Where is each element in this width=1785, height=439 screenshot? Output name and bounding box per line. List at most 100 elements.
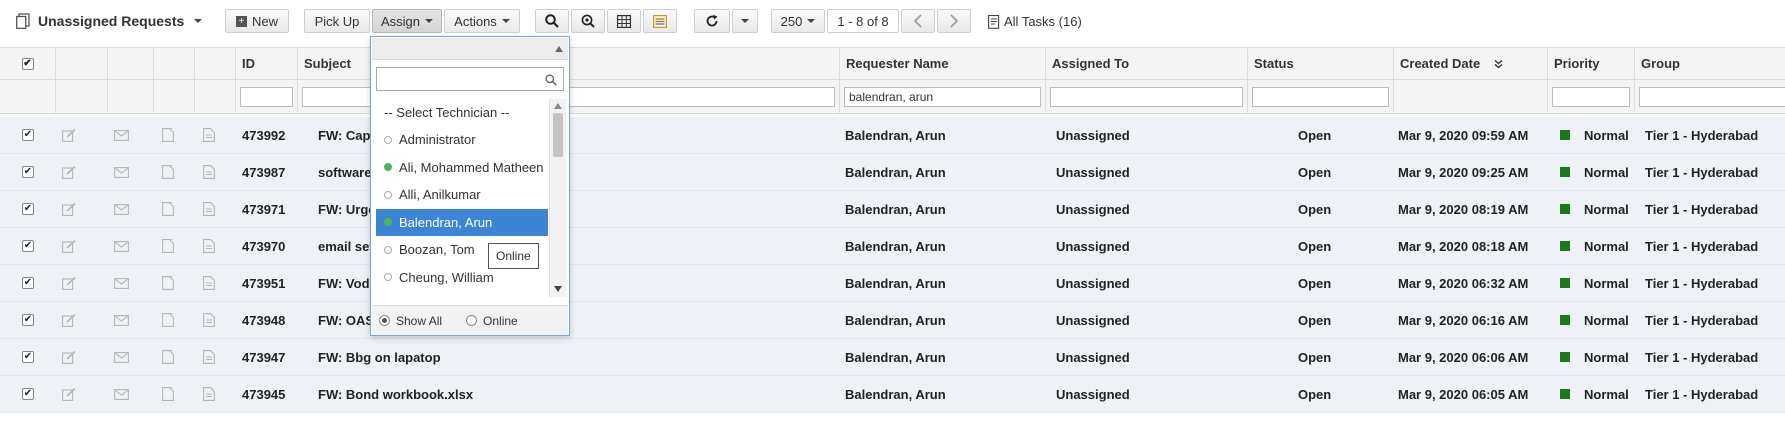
filter-requester-input[interactable]	[844, 86, 1041, 107]
table-row[interactable]: ✔ 473948 FW: OAS Balendran, Arun Unassigned O…	[0, 302, 1785, 339]
task-icon[interactable]	[203, 228, 215, 264]
mail-icon[interactable]	[114, 339, 129, 375]
request-id[interactable]: 473992	[242, 117, 285, 153]
mail-icon[interactable]	[114, 302, 129, 338]
new-button[interactable]: + New	[225, 9, 289, 33]
column-status[interactable]: Status	[1248, 48, 1394, 79]
edit-icon[interactable]	[62, 376, 76, 412]
column-assigned-to[interactable]: Assigned To	[1046, 48, 1248, 79]
technician-name: Alli, Anilkumar	[399, 187, 481, 202]
technician-option[interactable]: Alli, Anilkumar	[376, 181, 548, 208]
row-checkbox[interactable]: ✔	[22, 203, 34, 215]
table-row[interactable]: ✔ 473951 FW: Voda Balendran, Arun Unassigned…	[0, 265, 1785, 302]
edit-icon[interactable]	[62, 302, 76, 338]
scrollbar-thumb[interactable]	[553, 113, 563, 157]
row-checkbox[interactable]: ✔	[22, 277, 34, 289]
view-selector[interactable]: Unassigned Requests	[16, 10, 203, 32]
row-checkbox[interactable]: ✔	[22, 314, 34, 326]
dropdown-scrollbar[interactable]	[549, 99, 566, 297]
table-row[interactable]: ✔ 473970 email set Balendran, Arun Unassigne…	[0, 228, 1785, 265]
filter-status-input[interactable]	[1252, 86, 1389, 107]
table-row[interactable]: ✔ 473945 FW: Bond workbook.xlsx Balendran, …	[0, 376, 1785, 413]
request-id[interactable]: 473947	[242, 339, 285, 375]
list-view-button[interactable]	[643, 9, 677, 33]
mail-icon[interactable]	[114, 265, 129, 301]
note-icon[interactable]	[162, 376, 174, 412]
request-subject[interactable]: FW: Bond workbook.xlsx	[318, 376, 818, 412]
search-button[interactable]	[535, 9, 569, 33]
table-row[interactable]: ✔ 473971 FW: Urge Balendran, Arun Unassigned…	[0, 191, 1785, 228]
column-priority[interactable]: Priority	[1548, 48, 1635, 79]
request-id[interactable]: 473987	[242, 154, 285, 190]
request-id[interactable]: 473945	[242, 376, 285, 412]
request-subject[interactable]: FW: Bbg on lapatop	[318, 339, 818, 375]
column-id[interactable]: ID	[236, 48, 298, 79]
task-icon[interactable]	[203, 191, 215, 227]
select-all-checkbox[interactable]: ✔	[21, 57, 34, 70]
refresh-options-button[interactable]	[732, 9, 758, 33]
technician-option[interactable]: Balendran, Arun	[376, 208, 548, 236]
presence-dot-icon	[384, 135, 392, 144]
note-icon[interactable]	[162, 265, 174, 301]
edit-icon[interactable]	[62, 191, 76, 227]
show-all-radio[interactable]: Show All	[379, 314, 442, 328]
edit-icon[interactable]	[62, 228, 76, 264]
row-checkbox[interactable]: ✔	[22, 351, 34, 363]
task-icon[interactable]	[203, 154, 215, 190]
column-group[interactable]: Group	[1635, 48, 1785, 79]
mail-icon[interactable]	[114, 117, 129, 153]
mail-icon[interactable]	[114, 191, 129, 227]
edit-icon[interactable]	[62, 154, 76, 190]
online-radio[interactable]: Online	[466, 314, 518, 328]
row-checkbox[interactable]: ✔	[22, 388, 34, 400]
task-icon[interactable]	[203, 339, 215, 375]
table-row[interactable]: ✔ 473992 FW: Capl Balendran, Arun Unassigned…	[0, 117, 1785, 154]
note-icon[interactable]	[162, 339, 174, 375]
note-icon[interactable]	[162, 228, 174, 264]
assign-button[interactable]: Assign	[372, 9, 442, 33]
edit-icon[interactable]	[62, 339, 76, 375]
task-icon[interactable]	[203, 117, 215, 153]
columns-button[interactable]	[607, 9, 641, 33]
task-icon[interactable]	[203, 376, 215, 412]
filter-priority-input[interactable]	[1552, 86, 1630, 107]
select-technician-option[interactable]: -- Select Technician --	[376, 99, 548, 126]
row-checkbox[interactable]: ✔	[22, 166, 34, 178]
mail-icon[interactable]	[114, 154, 129, 190]
row-checkbox-cell: ✔	[22, 265, 34, 301]
technician-search-input[interactable]	[377, 68, 537, 90]
refresh-button[interactable]	[694, 9, 730, 33]
request-id[interactable]: 473970	[242, 228, 285, 264]
request-id[interactable]: 473948	[242, 302, 285, 338]
row-checkbox[interactable]: ✔	[22, 240, 34, 252]
column-requester[interactable]: Requester Name	[840, 48, 1046, 79]
mail-icon[interactable]	[114, 228, 129, 264]
request-id[interactable]: 473951	[242, 265, 285, 301]
task-icon[interactable]	[203, 265, 215, 301]
advanced-search-button[interactable]	[571, 9, 605, 33]
task-icon[interactable]	[203, 302, 215, 338]
page-size-select[interactable]: 250	[771, 9, 825, 33]
actions-button[interactable]: Actions	[444, 9, 520, 33]
all-tasks-link[interactable]: All Tasks (16)	[988, 9, 1090, 33]
filter-assigned-input[interactable]	[1050, 86, 1243, 107]
technician-option[interactable]: Administrator	[376, 126, 548, 153]
note-icon[interactable]	[162, 117, 174, 153]
note-icon[interactable]	[162, 191, 174, 227]
mail-icon[interactable]	[114, 376, 129, 412]
technician-option[interactable]: Ali, Mohammed Matheen	[376, 154, 548, 181]
pickup-button[interactable]: Pick Up	[304, 9, 370, 33]
column-created-date[interactable]: Created Date	[1394, 48, 1548, 79]
edit-icon[interactable]	[62, 265, 76, 301]
row-checkbox[interactable]: ✔	[22, 129, 34, 141]
request-id[interactable]: 473971	[242, 191, 285, 227]
next-page-button[interactable]	[937, 9, 971, 33]
table-row[interactable]: ✔ 473947 FW: Bbg on lapatop Balendran, Arun…	[0, 339, 1785, 376]
note-icon[interactable]	[162, 302, 174, 338]
previous-page-button[interactable]	[901, 9, 935, 33]
note-icon[interactable]	[162, 154, 174, 190]
filter-id-input[interactable]	[240, 86, 293, 107]
filter-group-input[interactable]	[1639, 86, 1785, 107]
edit-icon[interactable]	[62, 117, 76, 153]
table-row[interactable]: ✔ 473987 software Balendran, Arun Unassigned…	[0, 154, 1785, 191]
